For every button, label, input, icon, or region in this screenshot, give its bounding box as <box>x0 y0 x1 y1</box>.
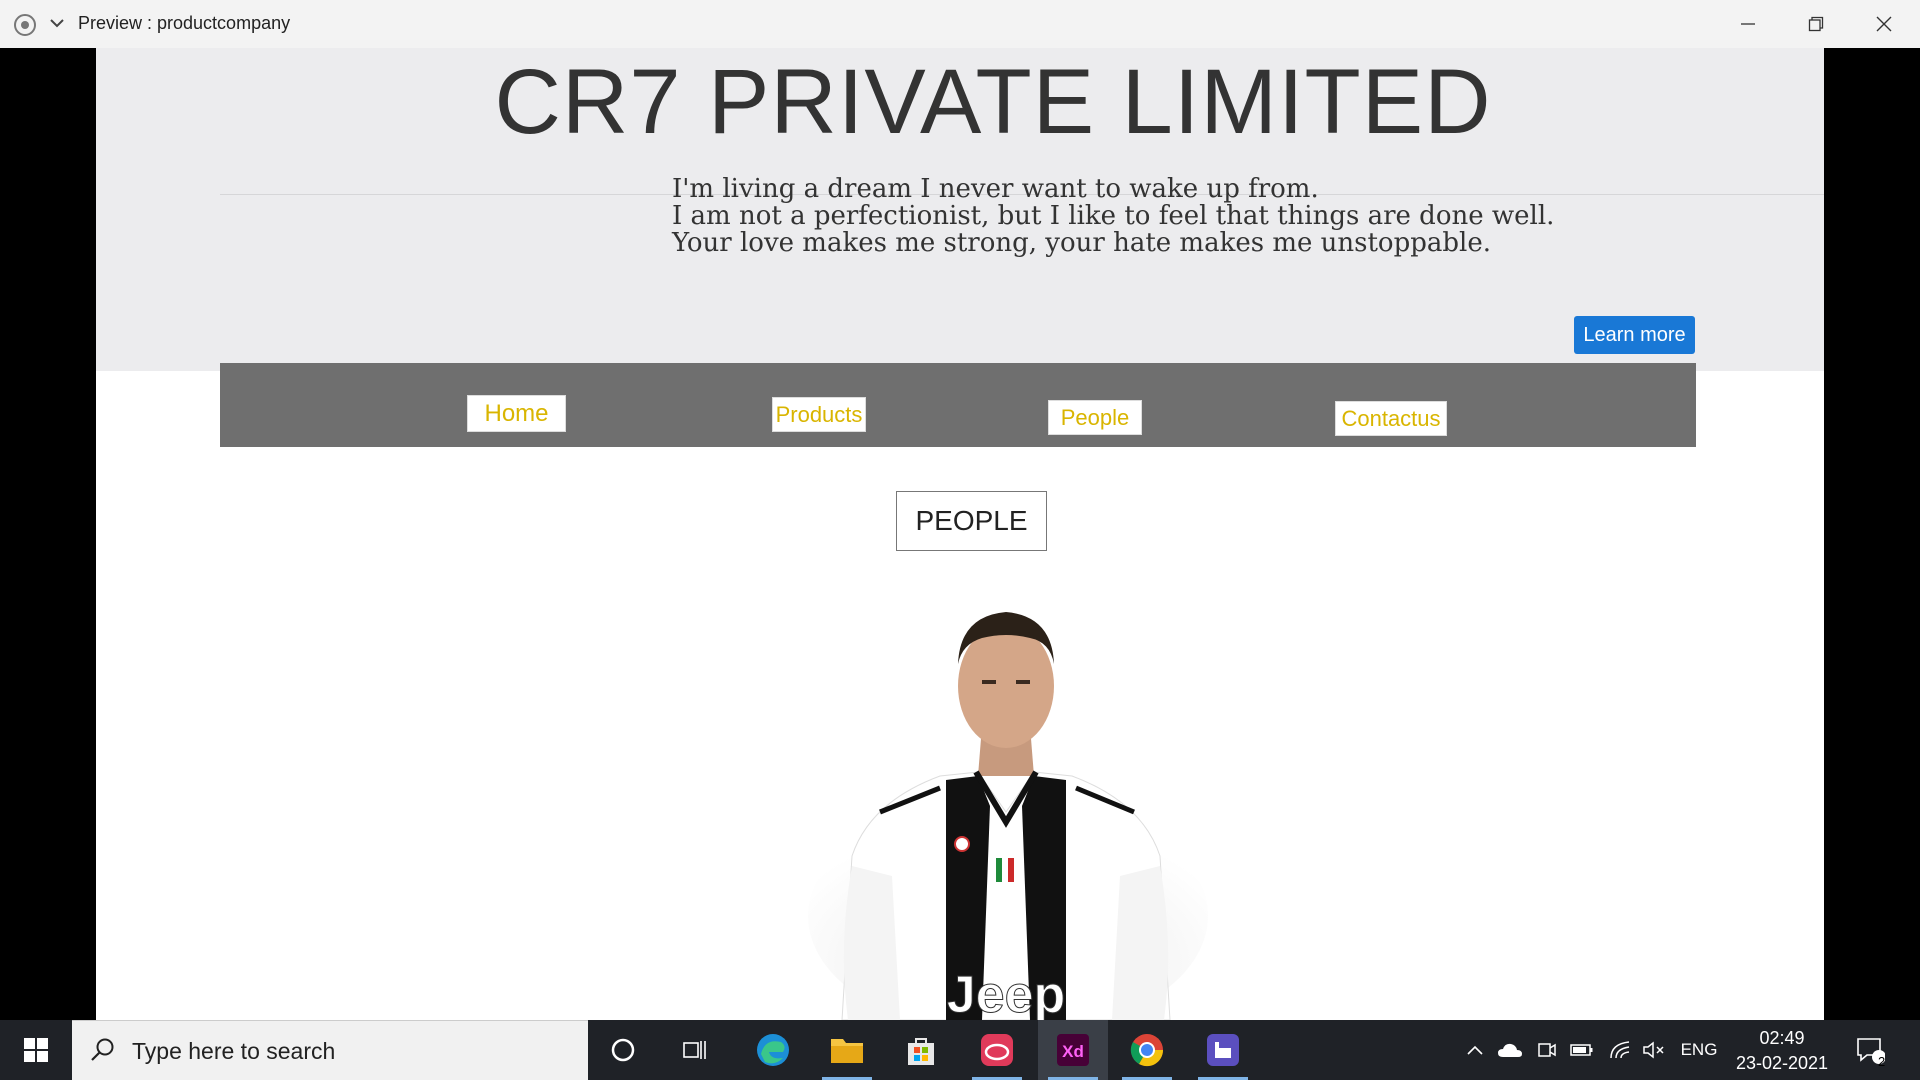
quotes: I'm living a dream I never want to wake … <box>672 176 1554 257</box>
web-page: CR7 PRIVATE LIMITED I'm living a dream I… <box>96 48 1824 1020</box>
language-indicator[interactable]: ENG <box>1676 1020 1722 1080</box>
creative-cloud-icon[interactable] <box>962 1020 1032 1080</box>
app-icon[interactable] <box>1188 1020 1258 1080</box>
onedrive-icon[interactable] <box>1496 1020 1524 1080</box>
wifi-icon[interactable] <box>1606 1020 1634 1080</box>
store-icon[interactable] <box>886 1020 956 1080</box>
people-heading: PEOPLE <box>896 491 1047 551</box>
battery-icon[interactable] <box>1568 1020 1596 1080</box>
quote-line: I am not a perfectionist, but I like to … <box>672 201 1555 231</box>
nav-contactus[interactable]: Contactus <box>1335 401 1447 436</box>
adobe-xd-icon[interactable]: Xd <box>1038 1020 1108 1080</box>
search-placeholder: Type here to search <box>132 1038 336 1064</box>
file-explorer-icon[interactable] <box>812 1020 882 1080</box>
taskbar-search[interactable]: Type here to search <box>72 1020 588 1080</box>
nav-products[interactable]: Products <box>772 397 866 432</box>
restore-icon <box>1808 16 1824 32</box>
xd-label: Xd <box>1062 1042 1084 1061</box>
chrome-icon[interactable] <box>1112 1020 1182 1080</box>
clock[interactable]: 02:49 23-02-2021 <box>1730 1026 1834 1076</box>
edge-icon[interactable] <box>738 1020 808 1080</box>
nav-bar: Home Products People Contactus <box>220 363 1696 447</box>
jersey-sponsor: Jeep <box>947 966 1066 1020</box>
chevron-up-icon[interactable] <box>1462 1020 1488 1080</box>
taskbar: Type here to search Xd ENG 02:49 23-02-2… <box>0 1020 1920 1080</box>
close-icon <box>1876 16 1892 32</box>
nav-home[interactable]: Home <box>467 395 566 432</box>
learn-more-button[interactable]: Learn more <box>1574 316 1695 354</box>
cortana-icon[interactable] <box>588 1020 658 1080</box>
window-title-bar: Preview : productcompany <box>0 0 1920 48</box>
nav-people[interactable]: People <box>1048 400 1142 435</box>
preview-area: CR7 PRIVATE LIMITED I'm living a dream I… <box>0 48 1920 1020</box>
record-icon[interactable] <box>14 14 36 36</box>
chevron-down-icon[interactable] <box>48 14 66 32</box>
clock-date: 23-02-2021 <box>1735 1053 1829 1073</box>
notification-count: 2 <box>1878 1054 1886 1069</box>
meet-now-icon[interactable] <box>1534 1020 1560 1080</box>
company-title: CR7 PRIVATE LIMITED <box>494 51 1492 153</box>
clock-time: 02:49 <box>1759 1028 1805 1048</box>
hero-section: CR7 PRIVATE LIMITED I'm living a dream I… <box>96 48 1824 371</box>
notification-button[interactable]: 2 <box>1848 1020 1892 1080</box>
quote-line: Your love makes me strong, your hate mak… <box>672 228 1491 258</box>
quote-line: I'm living a dream I never want to wake … <box>672 174 1319 204</box>
window-title: Preview : productcompany <box>78 13 291 33</box>
task-view-icon[interactable] <box>660 1020 730 1080</box>
minimize-button[interactable] <box>1714 0 1782 48</box>
close-button[interactable] <box>1850 0 1918 48</box>
windows-icon <box>24 1038 48 1062</box>
player-portrait: Jeep <box>808 612 1208 1020</box>
start-button[interactable] <box>0 1020 72 1080</box>
restore-button[interactable] <box>1782 0 1850 48</box>
volume-muted-icon[interactable] <box>1640 1020 1668 1080</box>
minimize-icon <box>1741 23 1755 25</box>
search-icon <box>91 1038 114 1061</box>
